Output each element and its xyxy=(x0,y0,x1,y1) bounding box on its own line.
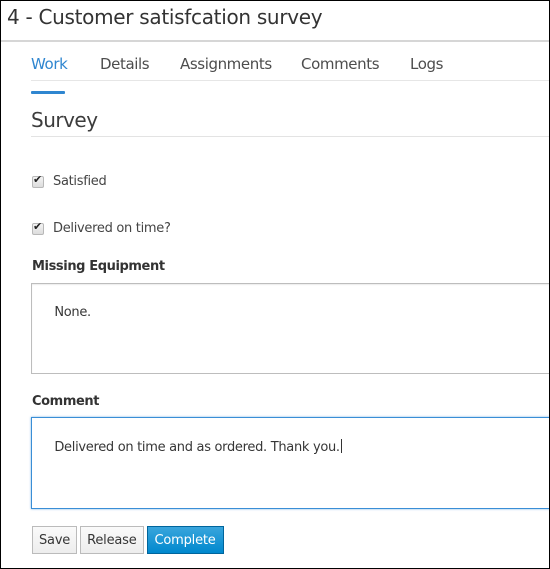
tab-details[interactable]: Details xyxy=(100,55,150,73)
tab-bar: Work Details Assignments Comments Logs xyxy=(31,42,549,94)
missing-equipment-textarea[interactable]: None. xyxy=(31,283,549,374)
page-title: 4 - Customer satisfcation survey xyxy=(7,5,323,29)
satisfied-checkbox[interactable]: ✔ xyxy=(32,172,44,188)
comment-label: Comment xyxy=(32,394,100,409)
missing-equipment-label: Missing Equipment xyxy=(32,259,165,274)
delivered-on-time-checkbox[interactable]: ✔ xyxy=(32,219,44,235)
section-title: Survey xyxy=(31,108,98,132)
active-tab-indicator xyxy=(31,91,65,94)
checkmark-icon: ✔ xyxy=(33,219,42,233)
checkmark-icon: ✔ xyxy=(33,172,42,186)
tab-work[interactable]: Work xyxy=(31,55,68,94)
missing-equipment-value: None. xyxy=(54,305,91,320)
title-bar: 4 - Customer satisfcation survey xyxy=(1,1,549,42)
delivered-on-time-checkbox-row[interactable]: ✔ Delivered on time? xyxy=(32,219,171,236)
tab-label: Details xyxy=(100,55,150,73)
save-button[interactable]: Save xyxy=(32,526,78,554)
comment-value: Delivered on time and as ordered. Thank … xyxy=(54,440,340,455)
text-caret xyxy=(340,439,342,453)
complete-button[interactable]: Complete xyxy=(146,526,224,554)
release-button[interactable]: Release xyxy=(80,526,144,554)
tab-label: Logs xyxy=(410,55,444,73)
tab-assignments[interactable]: Assignments xyxy=(180,55,272,73)
satisfied-label: Satisfied xyxy=(53,174,107,189)
delivered-on-time-label: Delivered on time? xyxy=(53,221,171,236)
task-panel: 4 - Customer satisfcation survey Work De… xyxy=(0,0,550,569)
tab-label: Work xyxy=(31,55,68,73)
section-divider xyxy=(31,136,549,137)
satisfied-checkbox-row[interactable]: ✔ Satisfied xyxy=(32,172,107,189)
tab-label: Comments xyxy=(301,55,380,73)
tab-label: Assignments xyxy=(180,55,272,73)
action-buttons: Save Release Complete xyxy=(32,526,224,554)
tab-comments[interactable]: Comments xyxy=(301,55,380,73)
tab-logs[interactable]: Logs xyxy=(410,55,443,73)
comment-textarea[interactable]: Delivered on time and as ordered. Thank … xyxy=(31,417,549,509)
